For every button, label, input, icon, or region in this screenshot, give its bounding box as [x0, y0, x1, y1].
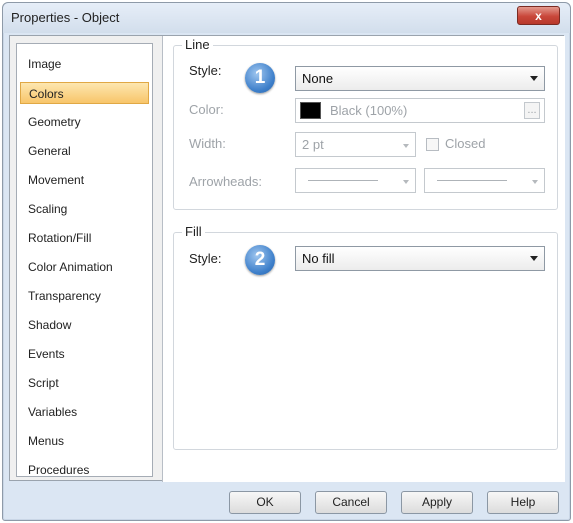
nav-item-menus[interactable]: Menus [20, 430, 149, 452]
arrowhead-start-dropdown[interactable] [295, 168, 416, 193]
properties-panel: Line Style: 1 None Color: Black (100%) .… [162, 36, 565, 482]
step-badge-2: 2 [245, 245, 275, 275]
ok-button[interactable]: OK [229, 491, 301, 514]
category-list: Image Colors Geometry General Movement S… [16, 43, 153, 477]
chevron-down-icon [403, 144, 409, 148]
nav-item-movement[interactable]: Movement [20, 169, 149, 191]
fill-group-title: Fill [182, 224, 205, 239]
fill-style-dropdown[interactable]: No fill [295, 246, 545, 271]
window-title: Properties - Object [11, 10, 120, 25]
line-style-label: Style: [189, 63, 222, 78]
line-group-title: Line [182, 37, 213, 52]
color-picker-button[interactable]: ... [524, 102, 540, 119]
line-sample [308, 180, 378, 181]
line-group: Line Style: 1 None Color: Black (100%) .… [173, 37, 558, 210]
apply-button[interactable]: Apply [401, 491, 473, 514]
nav-item-scaling[interactable]: Scaling [20, 198, 149, 220]
line-width-dropdown[interactable]: 2 pt [295, 132, 416, 157]
arrowhead-end-dropdown[interactable] [424, 168, 545, 193]
help-button[interactable]: Help [487, 491, 559, 514]
chevron-down-icon [403, 180, 409, 184]
color-swatch [300, 102, 321, 119]
nav-item-shadow[interactable]: Shadow [20, 314, 149, 336]
nav-item-script[interactable]: Script [20, 372, 149, 394]
chevron-down-icon [530, 76, 538, 81]
fill-style-label: Style: [189, 251, 222, 266]
line-color-picker[interactable]: Black (100%) ... [295, 98, 545, 123]
cancel-button[interactable]: Cancel [315, 491, 387, 514]
nav-item-image[interactable]: Image [20, 53, 149, 75]
properties-dialog: Properties - Object x Image Colors Geome… [2, 2, 571, 521]
nav-item-transparency[interactable]: Transparency [20, 285, 149, 307]
nav-item-rotation-fill[interactable]: Rotation/Fill [20, 227, 149, 249]
nav-item-general[interactable]: General [20, 140, 149, 162]
title-bar[interactable]: Properties - Object x [3, 3, 570, 33]
nav-item-variables[interactable]: Variables [20, 401, 149, 423]
line-color-label: Color: [189, 102, 224, 117]
fill-style-value: No fill [302, 251, 335, 266]
fill-group: Fill Style: 2 No fill [173, 224, 558, 450]
chevron-down-icon [532, 180, 538, 184]
line-width-label: Width: [189, 136, 226, 151]
nav-item-color-animation[interactable]: Color Animation [20, 256, 149, 278]
line-style-value: None [302, 71, 334, 86]
line-sample [437, 180, 507, 181]
nav-item-colors[interactable]: Colors [20, 82, 149, 104]
chevron-down-icon [530, 256, 538, 261]
nav-item-procedures[interactable]: Procedures [20, 459, 149, 481]
closed-label: Closed [445, 136, 486, 151]
closed-checkbox[interactable] [426, 138, 439, 151]
dialog-client-area: Image Colors Geometry General Movement S… [9, 35, 565, 482]
arrowheads-label: Arrowheads: [189, 174, 262, 189]
line-width-value: 2 pt [302, 137, 324, 152]
close-button[interactable]: x [517, 6, 560, 25]
nav-item-geometry[interactable]: Geometry [20, 111, 149, 133]
close-icon: x [535, 8, 542, 23]
step-badge-1: 1 [245, 63, 275, 93]
line-color-value: Black (100%) [330, 103, 408, 118]
nav-item-events[interactable]: Events [20, 343, 149, 365]
line-style-dropdown[interactable]: None [295, 66, 545, 91]
